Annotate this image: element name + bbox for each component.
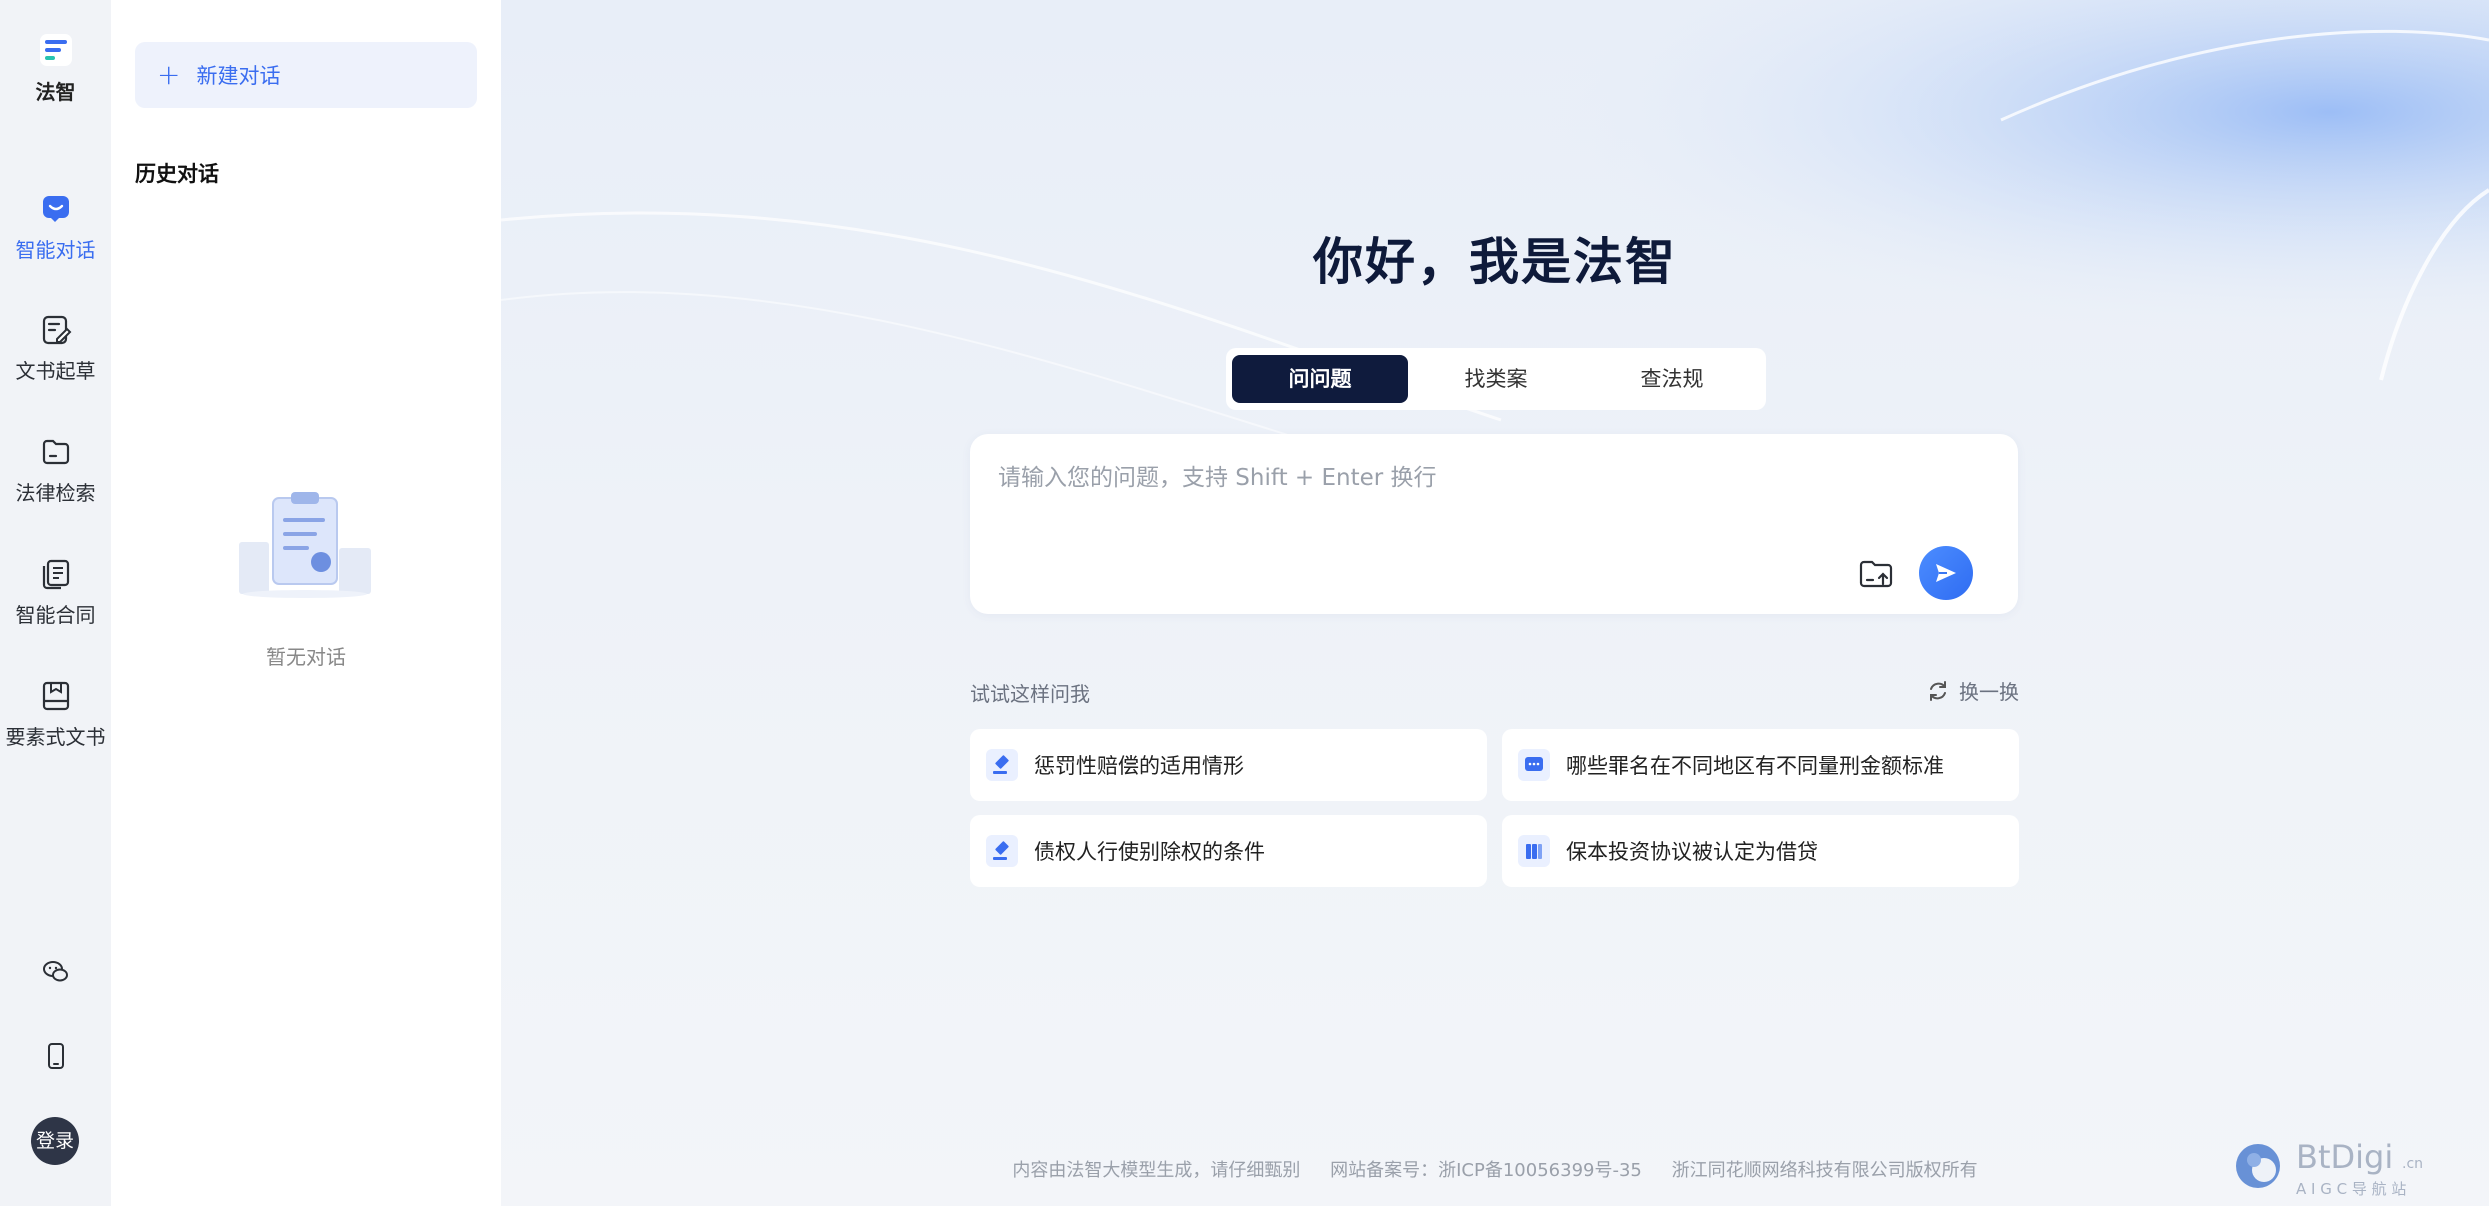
history-title: 历史对话 (135, 162, 219, 186)
suggestion-text: 保本投资协议被认定为借贷 (1566, 840, 1818, 864)
rail-item-label: 文书起草 (15, 359, 96, 383)
refresh-label: 换一换 (1959, 680, 2019, 704)
contract-icon (42, 559, 69, 590)
question-input[interactable] (998, 458, 1978, 548)
empty-history-text: 暂无对话 (266, 645, 346, 669)
wechat-icon (42, 961, 68, 982)
footer: 内容由法智大模型生成，请仔细甄别 网站备案号：浙ICP备10056399号-35… (501, 1156, 2489, 1182)
rail-item-label: 智能对话 (15, 238, 96, 262)
send-icon (1936, 564, 1956, 582)
message-icon (1518, 749, 1550, 781)
history-panel: + 新建对话 历史对话 暂无对话 (111, 0, 501, 1206)
rail-item-label: 法律检索 (15, 481, 96, 505)
rail-item-legal-search[interactable]: 法律检索 (0, 435, 111, 506)
logo-icon (39, 34, 72, 66)
rail-item-contract[interactable]: 智能合同 (0, 557, 111, 628)
app-name: 法智 (35, 80, 76, 104)
folder-icon (42, 439, 69, 465)
footer-copyright: 浙江同花顺网络科技有限公司版权所有 (1671, 1160, 1978, 1181)
rail-item-chat[interactable]: 智能对话 (0, 192, 111, 263)
gavel-icon (986, 835, 1018, 867)
suggestions-label: 试试这样问我 (970, 682, 1090, 706)
chat-bubble-icon (42, 196, 69, 222)
refresh-suggestions-button[interactable]: 换一换 (1925, 676, 2019, 705)
wechat-button[interactable] (0, 957, 111, 987)
books-icon (1518, 835, 1550, 867)
suggestion-card[interactable]: 惩罚性赔偿的适用情形 (970, 729, 1487, 801)
question-input-box (970, 434, 2018, 614)
watermark-tagline: A I G C 导 航 站 (2296, 1180, 2406, 1198)
suggestion-text: 哪些罪名在不同地区有不同量刑金额标准 (1566, 754, 1944, 778)
tab-similar-cases[interactable]: 找类案 (1408, 355, 1584, 403)
mobile-button[interactable] (0, 1041, 111, 1071)
folder-upload-icon (1859, 560, 1893, 588)
send-button[interactable] (1919, 546, 1973, 600)
save-document-icon (42, 681, 69, 711)
upload-file-button[interactable] (1856, 554, 1896, 594)
suggestion-card[interactable]: 债权人行使别除权的条件 (970, 815, 1487, 887)
watermark-brand: BtDigi (2296, 1138, 2393, 1176)
footer-disclaimer: 内容由法智大模型生成，请仔细甄别 (1012, 1160, 1301, 1181)
tab-ask-question[interactable]: 问问题 (1232, 355, 1408, 403)
suggestion-text: 债权人行使别除权的条件 (1034, 840, 1265, 864)
rail-item-label: 要素式文书 (5, 725, 106, 749)
suggestion-card[interactable]: 哪些罪名在不同地区有不同量刑金额标准 (1502, 729, 2019, 801)
left-rail: 法智 智能对话 文书起草 法律检索 智能合同 要素式文书 登录 (0, 0, 111, 1206)
rail-item-element-document[interactable]: 要素式文书 (0, 679, 111, 750)
new-chat-button[interactable]: + 新建对话 (135, 42, 477, 108)
greeting-title: 你好，我是法智 (1313, 233, 1677, 291)
watermark-logo: BtDigi .cn A I G C 导 航 站 (2236, 1138, 2423, 1198)
watermark-tld: .cn (2402, 1156, 2423, 1172)
edit-document-icon (42, 315, 71, 345)
gavel-icon (986, 749, 1018, 781)
tab-regulations[interactable]: 查法规 (1584, 355, 1760, 403)
footer-icp[interactable]: 网站备案号：浙ICP备10056399号-35 (1330, 1160, 1642, 1181)
empty-clipboard-icon (239, 492, 371, 598)
mode-tabs: 问问题 找类案 查法规 (1226, 348, 1766, 410)
main-area: 你好，我是法智 问问题 找类案 查法规 试试这样问我 换 (501, 0, 2489, 1206)
suggestion-card[interactable]: 保本投资协议被认定为借贷 (1502, 815, 2019, 887)
mobile-icon (47, 1043, 64, 1069)
app-logo[interactable]: 法智 (0, 30, 111, 105)
login-button[interactable]: 登录 (31, 1117, 79, 1165)
rail-item-drafting[interactable]: 文书起草 (0, 313, 111, 384)
suggestion-text: 惩罚性赔偿的适用情形 (1034, 754, 1244, 778)
refresh-icon (1930, 680, 1946, 701)
new-chat-label: 新建对话 (196, 64, 281, 88)
rail-item-label: 智能合同 (15, 603, 96, 627)
plus-icon: + (157, 58, 181, 91)
